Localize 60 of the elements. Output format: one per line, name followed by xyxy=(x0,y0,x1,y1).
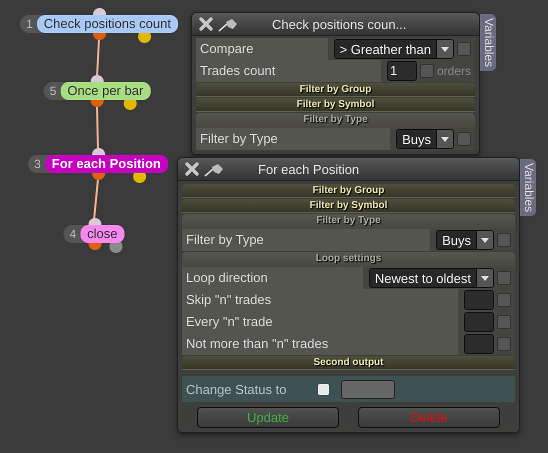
input-port-icon[interactable] xyxy=(93,8,106,15)
number-field[interactable] xyxy=(464,290,494,310)
checkbox[interactable] xyxy=(497,233,511,247)
caret-icon[interactable] xyxy=(441,46,449,52)
pin-icon[interactable] xyxy=(204,161,226,177)
checkbox[interactable] xyxy=(497,337,511,351)
caret-icon[interactable] xyxy=(481,276,489,280)
input-port-icon[interactable] xyxy=(88,218,101,225)
connector-line xyxy=(96,106,99,150)
connector-line xyxy=(93,178,99,220)
section-header[interactable]: Filter by Group xyxy=(182,184,515,198)
field-label: Loop direction xyxy=(182,267,363,289)
field-label: Trades count xyxy=(196,60,381,82)
checkbox[interactable] xyxy=(497,271,511,285)
caret-icon[interactable] xyxy=(441,136,449,142)
node-label[interactable]: Once per bar xyxy=(60,82,150,100)
number-field[interactable]: 1 xyxy=(386,61,417,81)
checkbox[interactable] xyxy=(497,293,511,307)
field-label: Compare xyxy=(196,38,328,60)
variables-tab[interactable]: Variables xyxy=(480,14,496,72)
dropdown[interactable]: > Greather than xyxy=(334,39,454,59)
node-label[interactable]: For each Position xyxy=(44,155,168,173)
close-icon[interactable] xyxy=(184,161,200,177)
dropdown[interactable]: Buys xyxy=(436,230,494,250)
unit-label: orders xyxy=(436,64,471,78)
field-label: Not more than "n" trades xyxy=(182,333,458,355)
pin-icon[interactable] xyxy=(218,16,240,32)
section-header[interactable]: Filter by Symbol xyxy=(196,98,475,112)
status-field[interactable] xyxy=(341,380,395,398)
output-port-icon[interactable] xyxy=(92,173,105,180)
output-port-icon[interactable] xyxy=(91,100,104,107)
field-label: Filter by Type xyxy=(196,128,390,150)
checkbox[interactable] xyxy=(497,315,511,329)
window-title: Check positions coun... xyxy=(272,16,406,32)
checkbox[interactable] xyxy=(420,64,434,78)
section-header[interactable]: Filter by Symbol xyxy=(182,199,515,213)
input-port-icon[interactable] xyxy=(91,75,104,82)
field-label: Change Status to xyxy=(186,382,288,396)
output-port-icon[interactable] xyxy=(93,33,106,40)
section-header[interactable]: Filter by Group xyxy=(196,83,475,97)
variables-tab[interactable]: Variables xyxy=(520,159,536,216)
close-icon[interactable] xyxy=(198,16,214,32)
output-port-icon[interactable] xyxy=(88,243,101,250)
field-label: Skip "n" trades xyxy=(182,289,458,311)
window-title: For each Position xyxy=(258,162,360,176)
field-label: Filter by Type xyxy=(182,229,430,251)
section-header[interactable]: Second output xyxy=(182,356,515,370)
dropdown[interactable]: Buys xyxy=(396,129,454,149)
checkbox[interactable] xyxy=(457,132,471,146)
caret-icon[interactable] xyxy=(481,238,489,242)
connector-line xyxy=(96,38,100,78)
dropdown[interactable]: Newest to oldest xyxy=(368,268,494,288)
input-port-icon[interactable] xyxy=(92,148,105,155)
checkbox[interactable] xyxy=(318,384,329,394)
number-field[interactable] xyxy=(464,334,494,354)
node-label[interactable]: Check positions count xyxy=(36,15,178,33)
number-field[interactable] xyxy=(464,312,494,332)
checkbox[interactable] xyxy=(457,42,471,56)
node-label[interactable]: close xyxy=(80,225,125,243)
field-label: Every "n" trade xyxy=(182,311,458,333)
